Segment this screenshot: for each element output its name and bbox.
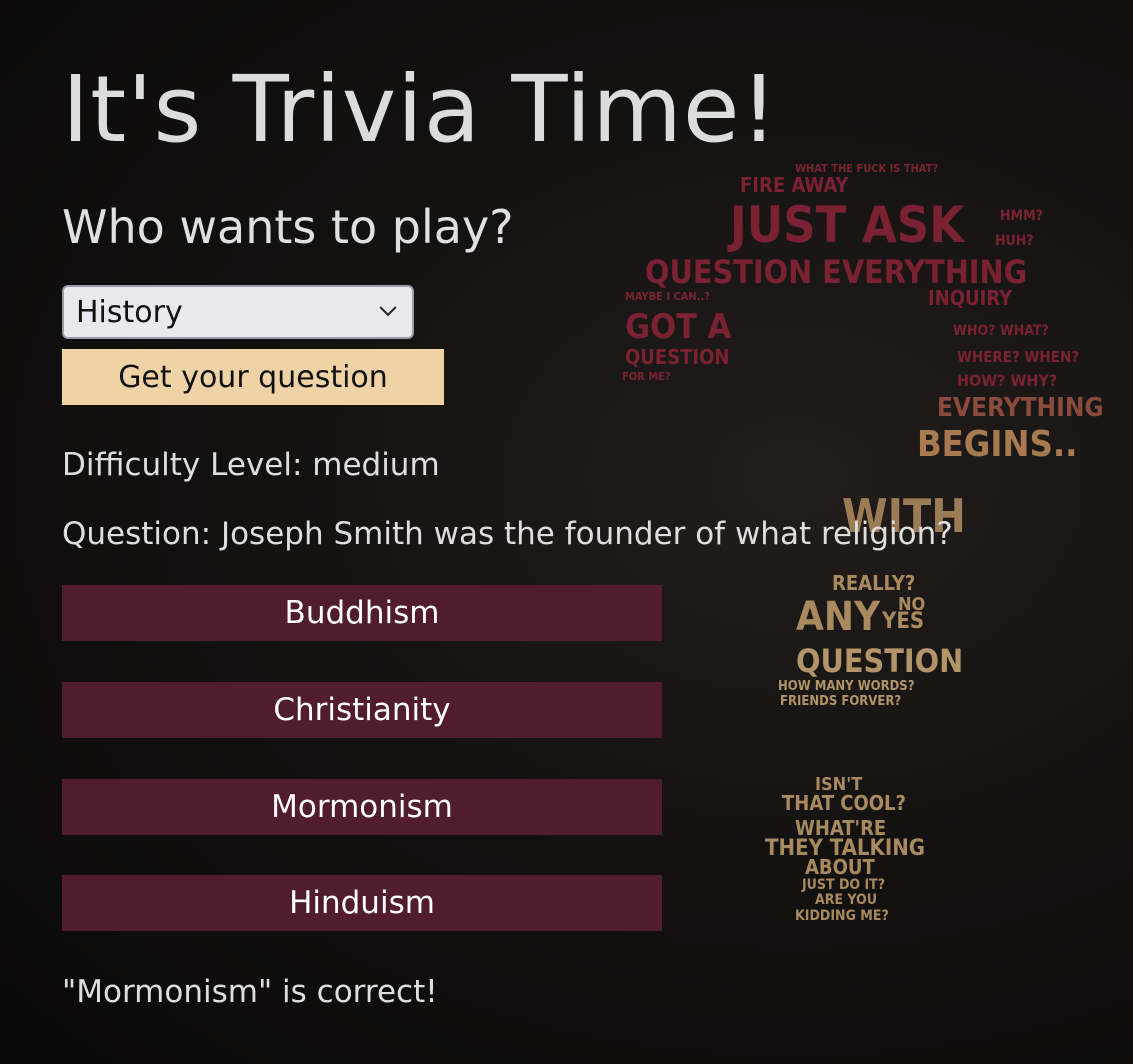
- result-message: "Mormonism" is correct!: [62, 974, 438, 1010]
- svg-text:GOT A: GOT A: [625, 307, 732, 347]
- get-question-button[interactable]: Get your question: [62, 349, 444, 405]
- svg-text:ANY: ANY: [796, 594, 881, 640]
- svg-text:ISN'T: ISN'T: [815, 774, 862, 795]
- svg-text:QUESTION EVERYTHING: QUESTION EVERYTHING: [645, 253, 1027, 291]
- svg-text:QUESTION: QUESTION: [796, 642, 963, 680]
- svg-text:THAT COOL?: THAT COOL?: [782, 791, 906, 815]
- svg-text:INQUIRY: INQUIRY: [928, 286, 1013, 310]
- svg-text:WHAT'RE: WHAT'RE: [795, 816, 886, 840]
- play-prompt: Who wants to play?: [62, 200, 514, 254]
- question-text: Question: Joseph Smith was the founder o…: [62, 516, 953, 552]
- svg-text:THEY TALKING: THEY TALKING: [765, 836, 925, 861]
- svg-text:YES: YES: [881, 609, 924, 634]
- category-selected-value: History: [76, 294, 183, 330]
- svg-text:WHO? WHAT?: WHO? WHAT?: [953, 323, 1049, 339]
- svg-text:KIDDING ME?: KIDDING ME?: [795, 908, 889, 924]
- svg-text:MAYBE I CAN..?: MAYBE I CAN..?: [625, 290, 710, 303]
- svg-text:REALLY?: REALLY?: [832, 571, 915, 595]
- answer-button-buddhism[interactable]: Buddhism: [62, 585, 662, 641]
- svg-text:HOW? WHY?: HOW? WHY?: [957, 371, 1057, 390]
- svg-text:FRIENDS FORVER?: FRIENDS FORVER?: [780, 694, 901, 709]
- svg-text:NO: NO: [898, 594, 925, 615]
- answer-button-hinduism[interactable]: Hinduism: [62, 875, 662, 931]
- category-select[interactable]: History: [62, 285, 414, 339]
- svg-text:FOR ME?: FOR ME?: [622, 370, 671, 383]
- svg-text:EVERYTHING: EVERYTHING: [937, 393, 1104, 423]
- svg-text:ABOUT: ABOUT: [805, 855, 876, 879]
- answer-button-christianity[interactable]: Christianity: [62, 682, 662, 738]
- svg-text:JUST ASK: JUST ASK: [727, 196, 966, 254]
- svg-text:WHERE? WHEN?: WHERE? WHEN?: [957, 348, 1079, 366]
- svg-text:BEGINS..: BEGINS..: [917, 424, 1077, 465]
- answer-button-mormonism[interactable]: Mormonism: [62, 779, 662, 835]
- svg-text:ARE YOU: ARE YOU: [815, 892, 877, 908]
- svg-text:HMM?: HMM?: [1000, 208, 1043, 224]
- difficulty-level: Difficulty Level: medium: [62, 447, 440, 483]
- svg-text:HOW MANY WORDS?: HOW MANY WORDS?: [778, 679, 915, 694]
- svg-text:JUST DO IT?: JUST DO IT?: [801, 877, 885, 893]
- chevron-down-icon: [379, 299, 397, 317]
- page-title: It's Trivia Time!: [62, 56, 779, 163]
- svg-text:HUH?: HUH?: [995, 233, 1034, 249]
- svg-text:QUESTION: QUESTION: [625, 345, 729, 369]
- svg-text:FIRE AWAY: FIRE AWAY: [740, 173, 849, 197]
- svg-text:WHAT THE FUCK IS THAT?: WHAT THE FUCK IS THAT?: [795, 162, 938, 175]
